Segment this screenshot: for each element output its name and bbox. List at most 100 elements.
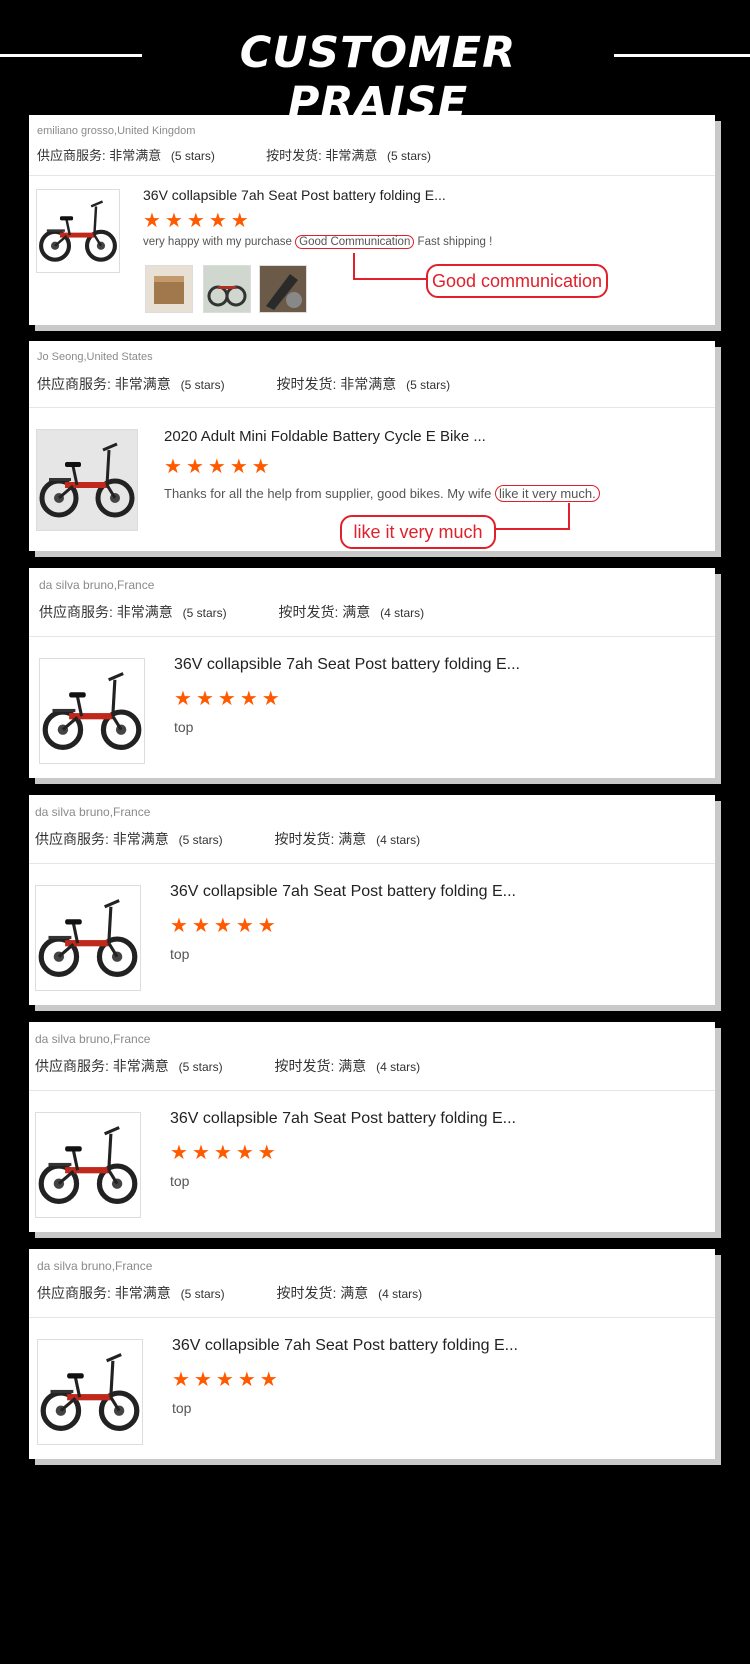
product-thumbnail[interactable] <box>36 189 120 273</box>
star-icon: ★ <box>170 1142 188 1164</box>
shipping-stars: (4 stars) <box>380 606 425 620</box>
review-text: top <box>172 1400 192 1416</box>
reviewer-name: da silva bruno,France <box>39 578 155 592</box>
review-card: da silva bruno,France 供应商服务: 非常满意 (5 sta… <box>29 1022 715 1232</box>
shipping-value: 非常满意 <box>325 148 378 163</box>
shipping-value: 满意 <box>338 1058 367 1074</box>
review-photo[interactable] <box>145 265 193 313</box>
rating-summary: 供应商服务: 非常满意 (5 stars) 按时发货: 非常满意 (5 star… <box>37 374 450 394</box>
star-icon: ★ <box>174 688 192 710</box>
star-icon: ★ <box>191 915 210 937</box>
star-icon: ★ <box>237 1369 256 1391</box>
product-thumbnail[interactable] <box>35 1112 141 1218</box>
review-text: top <box>174 719 194 735</box>
supplier-stars: (5 stars) <box>180 378 225 392</box>
star-rating: ★ ★ ★ ★ ★ <box>143 211 249 231</box>
rating-summary: 供应商服务: 非常满意 (5 stars) 按时发货: 满意 (4 stars) <box>39 602 424 622</box>
star-icon: ★ <box>239 688 258 710</box>
callout-leader-v <box>568 503 570 529</box>
review-text-start: Thanks for all the help from supplier, g… <box>164 486 495 501</box>
star-icon: ★ <box>164 210 183 232</box>
supplier-stars: (5 stars) <box>182 606 227 620</box>
review-card: Jo Seong,United States 供应商服务: 非常满意 (5 st… <box>29 341 715 551</box>
shipping-label: 按时发货: <box>276 1285 337 1301</box>
star-icon: ★ <box>215 1369 234 1391</box>
star-icon: ★ <box>207 456 226 478</box>
reviewer-name: da silva bruno,France <box>35 1032 151 1046</box>
product-thumbnail[interactable] <box>35 885 141 991</box>
shipping-label: 按时发货: <box>274 831 335 847</box>
supplier-value: 非常满意 <box>114 376 171 392</box>
callout-leader-v <box>353 253 355 280</box>
star-icon: ★ <box>185 456 204 478</box>
product-title[interactable]: 2020 Adult Mini Foldable Battery Cycle E… <box>164 428 486 445</box>
star-icon: ★ <box>251 456 270 478</box>
shipping-label: 按时发货: <box>266 148 322 163</box>
shipping-stars: (4 stars) <box>378 1287 423 1301</box>
product-thumbnail[interactable] <box>39 658 145 764</box>
review-card: emiliano grosso,United Kingdom 供应商服务: 非常… <box>29 115 715 325</box>
review-highlight: Good Communication <box>295 235 415 249</box>
shipping-stars: (4 stars) <box>376 833 421 847</box>
shipping-label: 按时发货: <box>276 376 337 392</box>
divider <box>29 175 715 176</box>
callout-like-it: like it very much <box>340 515 496 549</box>
star-icon: ★ <box>164 456 182 478</box>
star-icon: ★ <box>193 1369 212 1391</box>
shipping-value: 满意 <box>340 1285 369 1301</box>
divider <box>29 863 715 864</box>
shipping-stars: (5 stars) <box>406 378 451 392</box>
star-icon: ★ <box>261 688 280 710</box>
shipping-value: 满意 <box>342 604 371 620</box>
callout-good-communication: Good communication <box>426 264 608 298</box>
star-icon: ★ <box>170 915 188 937</box>
bike-image <box>36 886 140 990</box>
review-photo[interactable] <box>259 265 307 313</box>
star-icon: ★ <box>191 1142 210 1164</box>
bike-photo-image <box>204 266 250 312</box>
supplier-label: 供应商服务: <box>35 831 109 847</box>
star-rating: ★ ★ ★ ★ ★ <box>164 457 270 477</box>
product-title[interactable]: 36V collapsible 7ah Seat Post battery fo… <box>170 883 516 901</box>
shipping-stars: (5 stars) <box>387 149 432 163</box>
star-icon: ★ <box>229 456 248 478</box>
supplier-value: 非常满意 <box>112 1058 169 1074</box>
star-icon: ★ <box>172 1369 190 1391</box>
supplier-stars: (5 stars) <box>180 1287 225 1301</box>
star-icon: ★ <box>186 210 205 232</box>
bike-image <box>40 659 144 763</box>
product-title[interactable]: 36V collapsible 7ah Seat Post battery fo… <box>170 1110 516 1128</box>
star-icon: ★ <box>230 210 249 232</box>
review-card: da silva bruno,France 供应商服务: 非常满意 (5 sta… <box>29 1249 715 1459</box>
review-text: top <box>170 1173 190 1189</box>
shipping-value: 满意 <box>338 831 367 847</box>
supplier-stars: (5 stars) <box>178 1060 223 1074</box>
product-thumbnail[interactable] <box>36 429 138 531</box>
shipping-label: 按时发货: <box>278 604 339 620</box>
product-thumbnail[interactable] <box>37 1339 143 1445</box>
review-text-end: Fast shipping ! <box>414 236 493 248</box>
reviewer-name: emiliano grosso,United Kingdom <box>37 125 196 137</box>
star-icon: ★ <box>217 688 236 710</box>
star-icon: ★ <box>259 1369 278 1391</box>
star-rating: ★ ★ ★ ★ ★ <box>170 1143 276 1163</box>
supplier-value: 非常满意 <box>112 831 169 847</box>
review-card: da silva bruno,France 供应商服务: 非常满意 (5 sta… <box>29 795 715 1005</box>
review-photo[interactable] <box>203 265 251 313</box>
supplier-value: 非常满意 <box>109 148 162 163</box>
divider <box>29 407 715 408</box>
product-title[interactable]: 36V collapsible 7ah Seat Post battery fo… <box>143 187 446 203</box>
rating-summary: 供应商服务: 非常满意 (5 stars) 按时发货: 满意 (4 stars) <box>35 829 420 849</box>
product-title[interactable]: 36V collapsible 7ah Seat Post battery fo… <box>174 656 520 674</box>
star-icon: ★ <box>195 688 214 710</box>
bike-image <box>37 190 119 272</box>
star-icon: ★ <box>257 1142 276 1164</box>
reviewer-name: da silva bruno,France <box>35 805 151 819</box>
page-title: CUSTOMER PRAISE <box>239 28 517 128</box>
product-title[interactable]: 36V collapsible 7ah Seat Post battery fo… <box>172 1337 518 1355</box>
star-icon: ★ <box>235 915 254 937</box>
review-text-start: very happy with my purchase <box>143 236 296 248</box>
review-text: Thanks for all the help from supplier, g… <box>164 485 600 502</box>
rating-summary: 供应商服务: 非常满意 (5 stars) 按时发货: 满意 (4 stars) <box>35 1056 420 1076</box>
bike-image <box>38 1340 142 1444</box>
